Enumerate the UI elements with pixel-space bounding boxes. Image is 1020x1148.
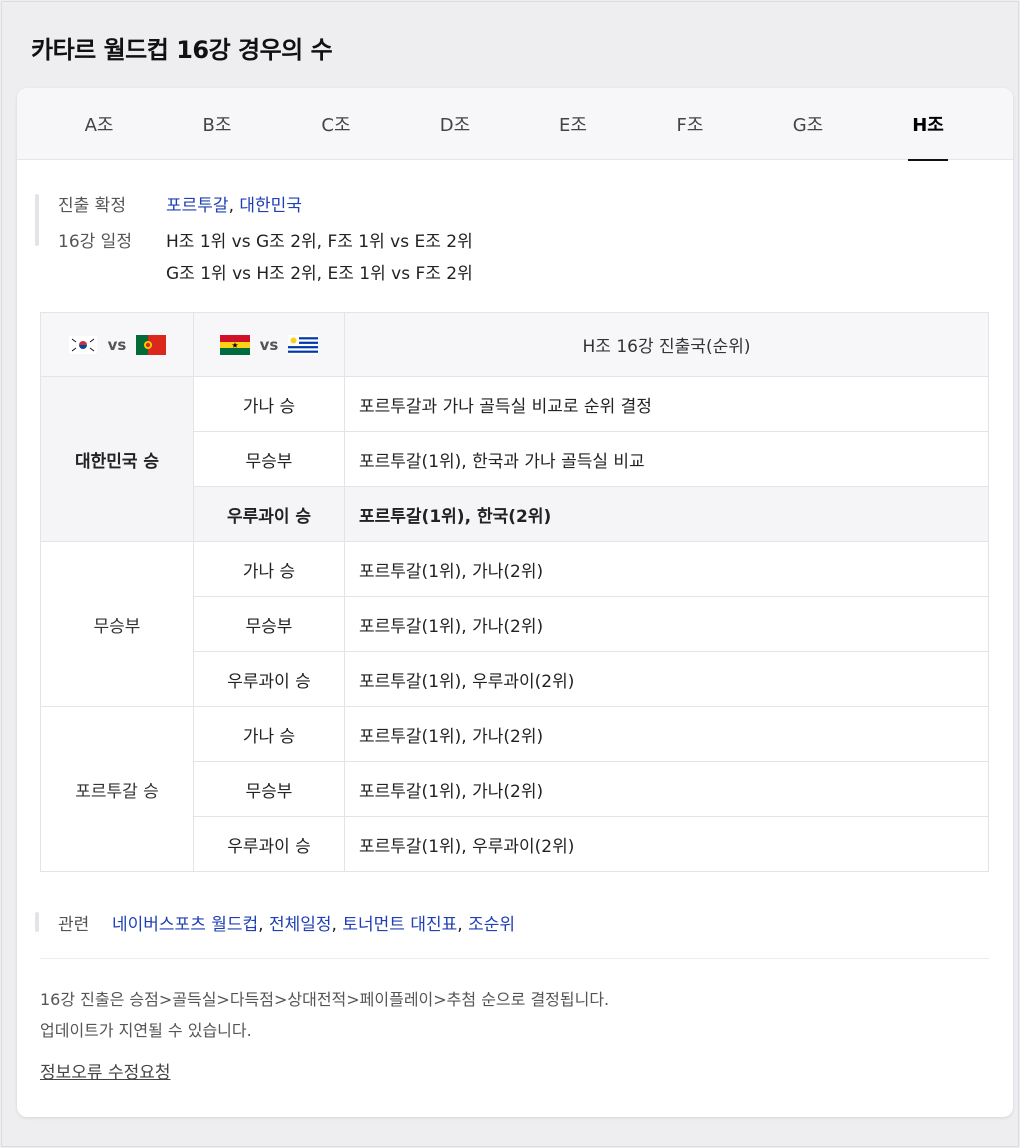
result-cell: 포르투갈과 가나 골득실 비교로 순위 결정 xyxy=(344,376,989,432)
related-link-bracket[interactable]: 토너먼트 대진표 xyxy=(342,915,457,935)
result-cell: 포르투갈(1위), 가나(2위) xyxy=(344,706,989,762)
schedule-label: 16강 일정 xyxy=(58,232,132,252)
result-cell: 포르투갈(1위), 한국(2위) xyxy=(344,486,989,542)
worldcup-card: A조 B조 C조 D조 E조 F조 G조 H조 진출 확정 포르투갈, 대한민국 … xyxy=(17,88,1013,1117)
tab-group-e[interactable]: E조 xyxy=(533,88,613,160)
table-row: 포르투갈 승 가나 승 포르투갈(1위), 가나(2위) xyxy=(40,706,989,872)
related-link-worldcup[interactable]: 네이버스포츠 월드컵 xyxy=(112,915,258,935)
outcome-cell: 무승부 xyxy=(193,761,345,817)
table-header: vs vs H조 16강 진출국(순위) xyxy=(40,312,989,377)
outcome-cell: 우루과이 승 xyxy=(193,651,345,707)
tab-group-b[interactable]: B조 xyxy=(177,88,257,160)
portugal-flag-icon xyxy=(136,334,167,355)
outcome-cell: 가나 승 xyxy=(193,541,345,597)
table-row: 대한민국 승 가나 승 포르투갈과 가나 골득실 비교로 순위 결정 xyxy=(40,376,989,542)
related-link-standings[interactable]: 조순위 xyxy=(468,915,515,935)
related-link-schedule[interactable]: 전체일정 xyxy=(269,915,332,935)
schedule-row: G조 1위 vs H조 2위, E조 1위 vs F조 2위 xyxy=(58,259,473,284)
korea-flag-icon xyxy=(67,334,98,355)
schedule-line: H조 1위 vs G조 2위, F조 1위 vs E조 2위 xyxy=(166,232,473,252)
report-error-link[interactable]: 정보오류 수정요청 xyxy=(40,1058,171,1083)
result-cell: 포르투갈(1위), 우루과이(2위) xyxy=(344,651,989,707)
tab-group-g[interactable]: G조 xyxy=(768,88,848,160)
team-link-portugal[interactable]: 포르투갈 xyxy=(166,196,229,216)
outcome-cell: 무승부 xyxy=(193,596,345,652)
vs-label: vs xyxy=(107,335,127,354)
page-title: 카타르 월드컵 16강 경우의 수 xyxy=(31,36,333,64)
tab-group-h[interactable]: H조 xyxy=(888,88,968,161)
tab-group-d[interactable]: D조 xyxy=(415,88,495,160)
result-header: H조 16강 진출국(순위) xyxy=(344,312,989,377)
schedule-row: 16강 일정 H조 1위 vs G조 2위, F조 1위 vs E조 2위 xyxy=(58,227,473,252)
group-label-korea-win: 대한민국 승 xyxy=(40,376,194,542)
related-accent-bar xyxy=(35,912,39,932)
outcome-cell: 우루과이 승 xyxy=(193,486,345,542)
tab-group-a[interactable]: A조 xyxy=(59,88,139,160)
related-label: 관련 xyxy=(58,915,90,935)
divider xyxy=(40,958,989,959)
match-header-ghana-uruguay: vs xyxy=(193,312,345,377)
team-link-korea[interactable]: 대한민국 xyxy=(239,196,302,216)
uruguay-flag-icon xyxy=(288,334,319,355)
scenario-table: vs vs H조 16강 진출국(순위) 대한민국 승 가나 승 포르투갈과 가… xyxy=(40,312,989,872)
confirmed-label: 진출 확정 xyxy=(58,196,126,216)
tab-group-c[interactable]: C조 xyxy=(296,88,376,160)
outcome-cell: 가나 승 xyxy=(193,706,345,762)
result-cell: 포르투갈(1위), 가나(2위) xyxy=(344,541,989,597)
result-cell: 포르투갈(1위), 우루과이(2위) xyxy=(344,816,989,872)
schedule-line: G조 1위 vs H조 2위, E조 1위 vs F조 2위 xyxy=(166,264,473,284)
outcome-cell: 무승부 xyxy=(193,431,345,487)
match-header-korea-portugal: vs xyxy=(40,312,194,377)
outcome-cell: 가나 승 xyxy=(193,376,345,432)
table-row: 무승부 가나 승 포르투갈(1위), 가나(2위) xyxy=(40,541,989,707)
group-label-portugal-win: 포르투갈 승 xyxy=(40,706,194,872)
outcome-cell: 우루과이 승 xyxy=(193,816,345,872)
tab-group-f[interactable]: F조 xyxy=(650,88,730,160)
tiebreak-note: 16강 진출은 승점>골득실>다득점>상대전적>페이플레이>추첨 순으로 결정됩… xyxy=(40,990,610,1009)
result-cell: 포르투갈(1위), 가나(2위) xyxy=(344,596,989,652)
confirmed-row: 진출 확정 포르투갈, 대한민국 xyxy=(58,191,302,216)
vs-label: vs xyxy=(259,335,279,354)
group-label-draw: 무승부 xyxy=(40,541,194,707)
result-cell: 포르투갈(1위), 가나(2위) xyxy=(344,761,989,817)
group-tabs: A조 B조 C조 D조 E조 F조 G조 H조 xyxy=(17,88,1013,161)
ghana-flag-icon xyxy=(219,334,250,355)
result-cell: 포르투갈(1위), 한국과 가나 골득실 비교 xyxy=(344,431,989,487)
update-note: 업데이트가 지연될 수 있습니다. xyxy=(40,1021,252,1040)
info-accent-bar xyxy=(35,194,39,246)
